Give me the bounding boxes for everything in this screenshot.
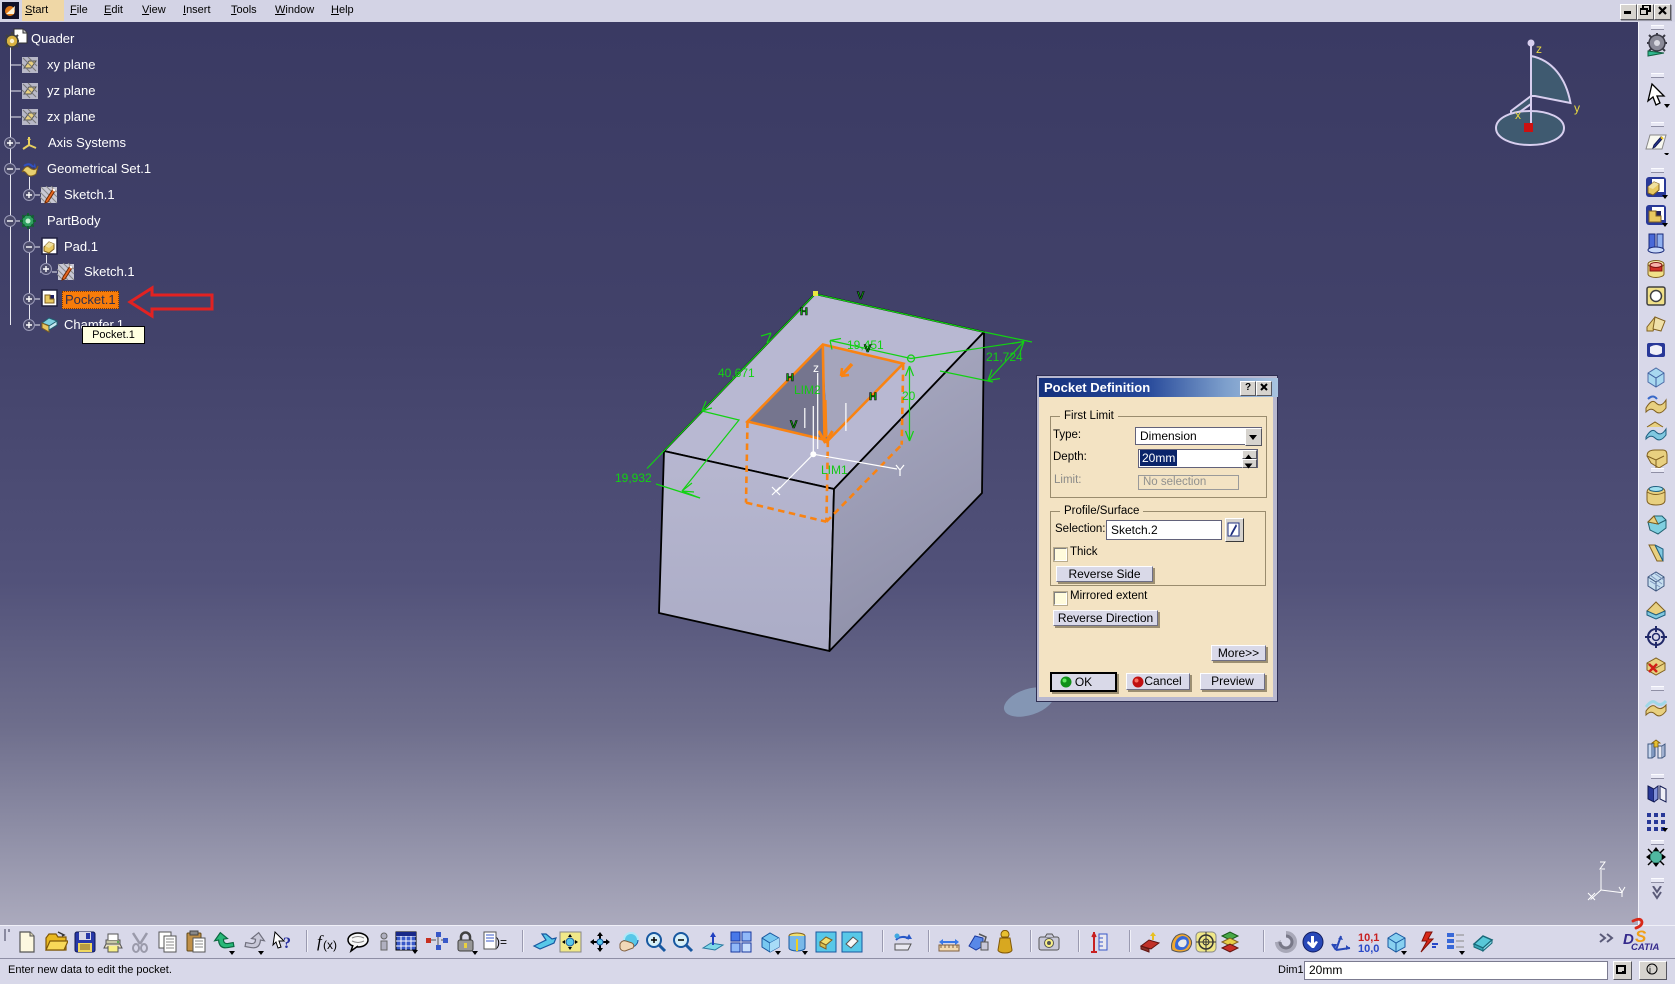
svg-text:z: z [1536,42,1542,56]
svg-text:x: x [1515,108,1521,122]
svg-text:H: H [786,372,794,384]
svg-text:H: H [869,391,877,403]
svg-text:21,724: 21,724 [986,350,1023,364]
svg-text:LIM1: LIM1 [821,463,848,477]
svg-text:(x): (x) [323,938,337,952]
svg-text:19,932: 19,932 [615,471,652,485]
svg-text:CATIA: CATIA [1631,942,1659,953]
svg-text:40,671: 40,671 [718,366,755,380]
svg-text:i: i [1649,965,1651,975]
svg-text:y: y [1574,101,1580,115]
svg-text:V: V [864,343,872,355]
svg-text:LIM2: LIM2 [794,383,821,397]
svg-text:10,0: 10,0 [1358,943,1379,954]
svg-text:H: H [800,306,808,318]
svg-text:?: ? [283,935,291,952]
svg-text:V: V [790,419,798,431]
svg-text:)=: )= [496,935,507,949]
svg-text:z: z [813,361,819,375]
svg-text:20: 20 [902,389,916,403]
svg-text:V: V [857,290,865,302]
